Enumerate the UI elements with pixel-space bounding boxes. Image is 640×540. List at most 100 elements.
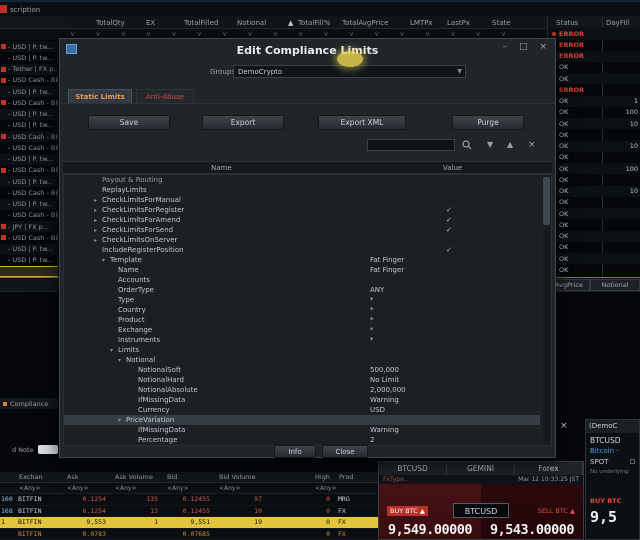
quote-row[interactable]: 160 BITFIN 0.1254 135 0.12455 97 0 MRG — [0, 494, 378, 506]
tree-row-value[interactable]: * — [370, 315, 374, 325]
status-row[interactable]: OK — [548, 208, 640, 220]
position-row[interactable]: - USD | P. tw... — [0, 52, 58, 63]
info-button[interactable]: Info — [274, 445, 316, 458]
ticket-tab[interactable]: Forex — [515, 462, 583, 475]
tree-row-value[interactable]: ANY — [370, 285, 384, 295]
tree-row[interactable]: IncludeRegisterPosition ✓ — [64, 245, 540, 255]
quotes-column-filter[interactable]: <Any> — [312, 483, 336, 493]
tree-row-checkmark[interactable]: ✓ — [446, 205, 452, 215]
find-next-icon[interactable]: ▼ — [487, 139, 493, 151]
column-header[interactable]: LastPx — [447, 19, 470, 27]
position-row[interactable]: - USD Cash - Bitco... — [0, 232, 58, 243]
close-icon[interactable]: × — [539, 42, 547, 52]
status-row[interactable]: OK — [548, 62, 640, 73]
tree-row-value[interactable]: No Limit — [370, 375, 399, 385]
ticket-tab[interactable]: GEMINI — [447, 462, 515, 475]
position-row[interactable]: - JPY | FX p... — [0, 221, 58, 233]
quotes-column-header[interactable]: Prod — [336, 472, 378, 482]
tree-row[interactable]: IfMissingData Warning — [64, 425, 540, 435]
position-row[interactable]: - USD | P. tw... — [0, 243, 58, 255]
column-header[interactable]: Notional — [237, 19, 266, 27]
tree-row[interactable]: Product * — [64, 315, 540, 325]
tree-row-value[interactable]: Warning — [370, 395, 399, 405]
position-row[interactable]: - USD Cash - Bitco... — [0, 210, 58, 221]
status-row[interactable]: OK — [548, 129, 640, 140]
quotes-column-header[interactable] — [0, 472, 16, 482]
position-row[interactable]: - USD | P. tw... — [0, 120, 58, 131]
status-row[interactable]: OK — [548, 230, 640, 242]
status-row[interactable]: OK 10 — [548, 140, 640, 152]
status-row[interactable]: OK 1 — [548, 95, 640, 107]
tab-static-limits[interactable]: Static Limits — [68, 89, 132, 103]
status-row[interactable]: ERROR — [548, 50, 640, 62]
tree-row-value[interactable]: Warning — [370, 425, 399, 435]
status-row[interactable]: OK 10 — [548, 118, 640, 130]
sell-button[interactable]: SELL BTC ▲ — [538, 507, 575, 515]
tree-row-value[interactable]: Fat Finger — [370, 255, 404, 265]
tree-row[interactable]: Exchange * — [64, 325, 540, 335]
purge-button[interactable]: Purge — [452, 115, 524, 130]
quotes-column-header[interactable]: Ask Volume — [112, 472, 164, 482]
quotes-column-filter[interactable]: <Any> — [216, 483, 268, 493]
tree-row-checkmark[interactable]: ✓ — [446, 225, 452, 235]
tree-row[interactable]: ▸ CheckLimitsForSend ✓ — [64, 225, 540, 235]
status-row[interactable]: OK 100 — [548, 107, 640, 118]
export-xml-button[interactable]: Export XML — [318, 115, 406, 130]
position-row[interactable]: - USD Cash - Bitco... — [0, 75, 58, 86]
selected-position-row[interactable] — [0, 266, 58, 277]
tree-row[interactable]: ▸ CheckLimitsForRegister ✓ — [64, 205, 540, 215]
tree-row[interactable]: ▾ Notional — [64, 355, 540, 365]
tree-row[interactable]: ▾ PriceVariation — [64, 415, 540, 425]
column-header[interactable]: EX — [146, 19, 155, 27]
compliance-panel-tab[interactable]: Compliance — [0, 398, 58, 409]
status-row[interactable]: OK — [548, 152, 640, 163]
value-column-header[interactable]: Value — [443, 164, 462, 172]
note-label[interactable]: d Note — [12, 446, 34, 454]
position-row[interactable]: - USD | P. tw... — [0, 198, 58, 210]
tree-row[interactable]: Percentage 2 — [64, 435, 540, 445]
quotes-column-header[interactable] — [268, 472, 312, 482]
status-row[interactable]: ERROR — [548, 28, 640, 40]
close-button[interactable]: Close — [322, 445, 368, 458]
quotes-column-header[interactable]: Ask — [64, 472, 112, 482]
quote-row[interactable]: BITFIN 0.0783 0.07685 0 FX — [0, 529, 378, 540]
status-row[interactable]: OK — [548, 219, 640, 230]
position-row[interactable]: - USD Cash - Bitco... — [0, 165, 58, 176]
position-row[interactable]: - USD Cash - Bitco... — [0, 187, 58, 198]
quotes-column-filter[interactable]: <Any> — [112, 483, 164, 493]
tree-row[interactable]: Type * — [64, 295, 540, 305]
tree-row-value[interactable]: USD — [370, 405, 385, 415]
position-row[interactable]: - Tether | FX p... — [0, 63, 58, 75]
status-row[interactable]: OK — [548, 264, 640, 275]
tree-row-value[interactable]: 2,000,000 — [370, 385, 406, 395]
side-ticket-header[interactable]: (DemoC — [586, 420, 639, 433]
instrument-pair-box[interactable]: BTCUSD — [453, 503, 509, 518]
tree-row[interactable]: Country * — [64, 305, 540, 315]
side-buy-label[interactable]: BUY BTC — [590, 497, 621, 505]
position-row[interactable]: - USD | P. tw... — [0, 41, 58, 53]
tree-row[interactable]: ▾ Template Fat Finger — [64, 255, 540, 265]
tree-row-value[interactable]: * — [370, 325, 374, 335]
search-icon[interactable] — [462, 140, 472, 154]
column-header[interactable]: Status — [556, 19, 578, 27]
column-header[interactable]: TotalFill% — [298, 19, 330, 27]
status-row[interactable]: OK 100 — [548, 163, 640, 175]
side-ticket-instrument[interactable]: Bitcoin - — [590, 447, 619, 455]
tree-row-value[interactable]: * — [370, 295, 374, 305]
position-row[interactable]: - USD | P. tw... — [0, 86, 58, 98]
status-row[interactable]: OK — [548, 253, 640, 265]
close-icon[interactable]: × — [560, 421, 568, 431]
tree-row-value[interactable]: 500,000 — [370, 365, 399, 375]
ticket-tab[interactable]: BTCUSD — [379, 462, 447, 475]
column-header[interactable]: TotalFilled — [184, 19, 218, 27]
buy-button[interactable]: BUY BTC ▲ — [387, 506, 428, 516]
notional-column-header[interactable]: Notional — [590, 279, 640, 291]
position-row[interactable]: - USD | P. tw... — [0, 108, 58, 120]
column-header[interactable]: LMTPx — [410, 19, 433, 27]
quotes-column-header[interactable]: Bid Volume — [216, 472, 268, 482]
tree-row-value[interactable]: * — [370, 335, 374, 345]
position-row[interactable]: - USD | P. tw... — [0, 176, 58, 188]
tree-row[interactable]: NotionalHard No Limit — [64, 375, 540, 385]
position-row[interactable]: - USD | P. tw... — [0, 153, 58, 165]
status-row[interactable]: ERROR — [548, 84, 640, 95]
